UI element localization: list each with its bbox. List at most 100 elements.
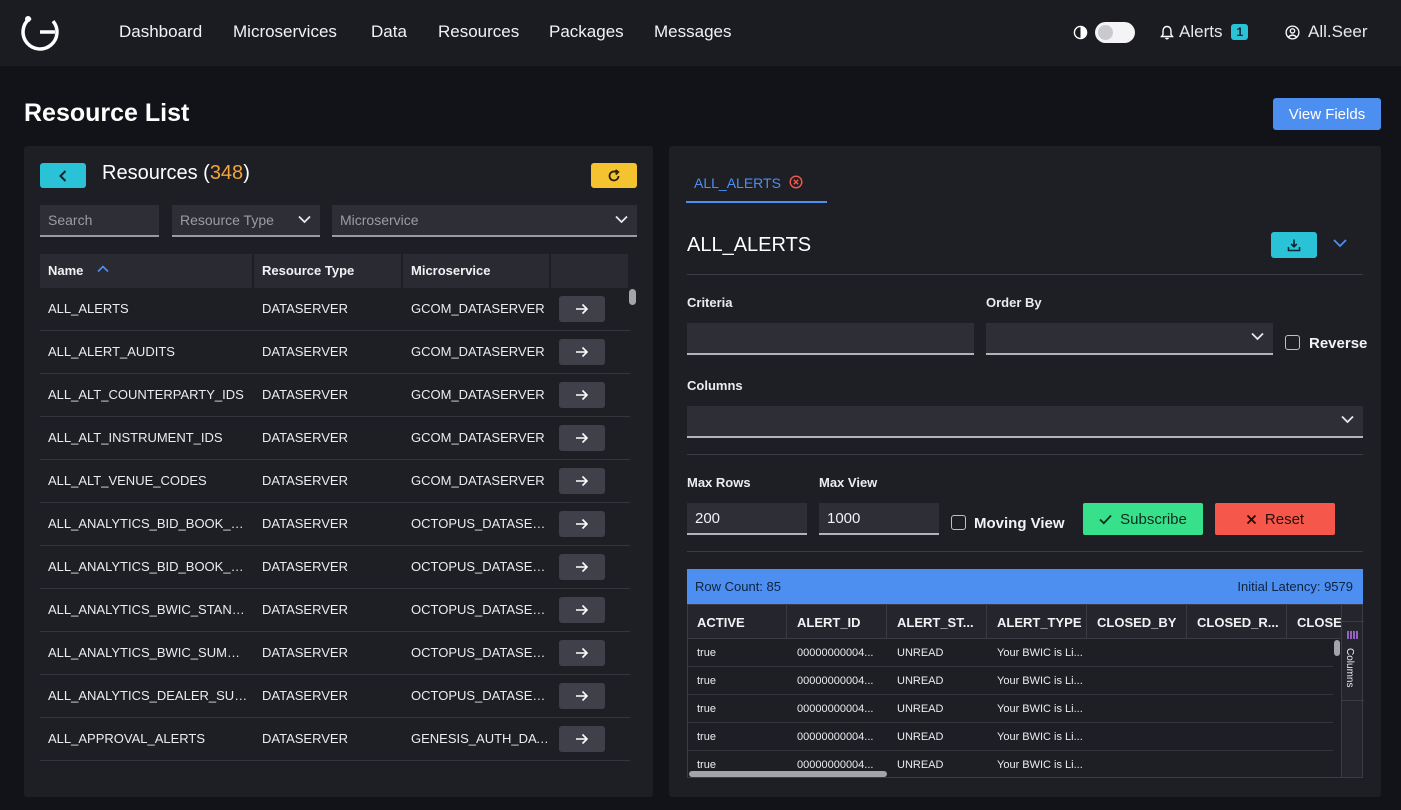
table-row[interactable]: ALL_ANALYTICS_BID_BOOK_ST... DATASERVER … [40,503,630,546]
open-resource-button[interactable] [559,425,605,451]
column-header-microservice[interactable]: Microservice [403,254,551,288]
open-resource-button[interactable] [559,554,605,580]
cell-resource-type: DATASERVER [262,688,348,703]
resources-panel: Resources (348) Search Resource Type Mic… [24,146,653,797]
columns-side-panel: Columns [1341,604,1364,778]
search-input[interactable]: Search [40,205,159,237]
table-row[interactable]: ALL_ANALYTICS_BWIC_SUMMA... DATASERVER O… [40,632,630,675]
back-button[interactable] [40,163,86,188]
nav-data[interactable]: Data [371,22,407,42]
column-header-actions [551,254,628,288]
open-resource-button[interactable] [559,296,605,322]
open-resource-button[interactable] [559,726,605,752]
check-icon [1099,514,1112,524]
nav-messages[interactable]: Messages [654,22,731,42]
subscribe-button[interactable]: Subscribe [1083,503,1203,535]
grid-horizontal-scrollbar[interactable] [689,771,887,777]
refresh-button[interactable] [591,163,637,188]
view-fields-button[interactable]: View Fields [1273,98,1381,130]
columns-select[interactable] [687,406,1363,438]
table-row[interactable]: ALL_ALT_COUNTERPARTY_IDS DATASERVER GCOM… [40,374,630,417]
download-icon [1287,239,1301,252]
nav-resources[interactable]: Resources [438,22,519,42]
cell-name: ALL_ALT_VENUE_CODES [48,473,207,488]
criteria-input[interactable] [687,323,974,355]
grid-row[interactable]: true 00000000004... UNREAD Your BWIC is … [687,723,1333,751]
divider [687,454,1363,455]
grid-row[interactable]: true 00000000004... UNREAD Your BWIC is … [687,639,1333,667]
open-resource-button[interactable] [559,468,605,494]
arrow-right-icon [576,561,589,573]
cell-resource-type: DATASERVER [262,602,348,617]
max-view-input[interactable]: 1000 [819,503,939,535]
arrow-right-icon [576,303,589,315]
open-resource-button[interactable] [559,511,605,537]
genesis-logo[interactable] [18,10,62,54]
grid-column-closed-reason[interactable]: CLOSED_R... [1187,605,1287,638]
grid-cell-alert-status: UNREAD [897,647,944,659]
alerts-button[interactable]: Alerts 1 [1160,22,1249,42]
table-row[interactable]: ALL_ANALYTICS_BWIC_STANDA... DATASERVER … [40,589,630,632]
grid-column-alert-type[interactable]: ALERT_TYPE [987,605,1087,638]
open-resource-button[interactable] [559,640,605,666]
table-row[interactable]: ALL_ALERTS DATASERVER GCOM_DATASERVER [40,288,630,331]
grid-body: true 00000000004... UNREAD Your BWIC is … [687,639,1341,778]
moving-view-checkbox[interactable] [951,515,966,530]
nav-packages[interactable]: Packages [549,22,624,42]
download-button[interactable] [1271,232,1317,258]
chevron-down-icon [298,215,311,224]
reverse-checkbox[interactable] [1285,335,1300,350]
chevron-down-icon [615,215,628,224]
grid-cell-alert-id: 00000000004... [797,675,874,687]
grid-column-alert-id[interactable]: ALERT_ID [787,605,887,638]
page-title: Resource List [24,99,190,127]
table-row[interactable]: ALL_ANALYTICS_BID_BOOK_SU... DATASERVER … [40,546,630,589]
close-tab-icon[interactable] [789,175,803,189]
grid-cell-active: true [697,675,716,687]
tab-all-alerts[interactable]: ALL_ALERTS [686,172,827,203]
cell-resource-type: DATASERVER [262,473,348,488]
close-icon [1246,514,1257,524]
grid-column-closed-by[interactable]: CLOSED_BY [1087,605,1187,638]
bell-icon [1160,25,1174,39]
grid-column-alert-status[interactable]: ALERT_ST... [887,605,987,638]
table-row[interactable]: ALL_ALERT_AUDITS DATASERVER GCOM_DATASER… [40,331,630,374]
theme-toggle[interactable] [1095,22,1135,43]
reset-button[interactable]: Reset [1215,503,1335,535]
microservice-select[interactable]: Microservice [332,205,637,237]
grid-vertical-scrollbar[interactable] [1334,640,1340,656]
chevron-down-icon[interactable] [1333,238,1347,248]
table-row[interactable]: ALL_ANALYTICS_DEALER_SUM... DATASERVER O… [40,675,630,718]
initial-latency: Initial Latency: 9579 [1237,579,1353,594]
open-resource-button[interactable] [559,683,605,709]
user-menu[interactable]: All.Seer [1285,22,1368,42]
grid-column-closed[interactable]: CLOSED_ [1287,605,1341,638]
table-row[interactable]: ALL_ALT_INSTRUMENT_IDS DATASERVER GCOM_D… [40,417,630,460]
open-resource-button[interactable] [559,382,605,408]
refresh-icon [608,168,620,181]
column-header-name[interactable]: Name [40,254,254,288]
grid-column-active[interactable]: ACTIVE [687,605,787,638]
open-resource-button[interactable] [559,339,605,365]
row-count: Row Count: 85 [695,579,781,594]
table-row[interactable]: ALL_ALT_VENUE_CODES DATASERVER GCOM_DATA… [40,460,630,503]
grid-row[interactable]: true 00000000004... UNREAD Your BWIC is … [687,695,1333,723]
grid-cell-alert-status: UNREAD [897,759,944,771]
table-row[interactable]: ALL_APPROVAL_ALERTS DATASERVER GENESIS_A… [40,718,630,761]
grid-row[interactable]: true 00000000004... UNREAD Your BWIC is … [687,667,1333,695]
resources-count: 348 [209,162,244,184]
columns-side-tab[interactable]: Columns [1342,621,1364,701]
max-rows-input[interactable]: 200 [687,503,807,535]
grid-cell-active: true [697,731,716,743]
resources-scrollbar[interactable] [629,289,636,305]
cell-microservice: OCTOPUS_DATASER... [411,516,551,531]
nav-microservices[interactable]: Microservices [233,22,337,42]
cell-resource-type: DATASERVER [262,344,348,359]
columns-side-label: Columns [1344,648,1355,688]
resource-type-select[interactable]: Resource Type [172,205,320,237]
column-header-resource-type[interactable]: Resource Type [254,254,403,288]
open-resource-button[interactable] [559,597,605,623]
order-by-select[interactable] [986,323,1273,355]
nav-dashboard[interactable]: Dashboard [119,22,202,42]
max-view-value: 1000 [827,510,861,527]
